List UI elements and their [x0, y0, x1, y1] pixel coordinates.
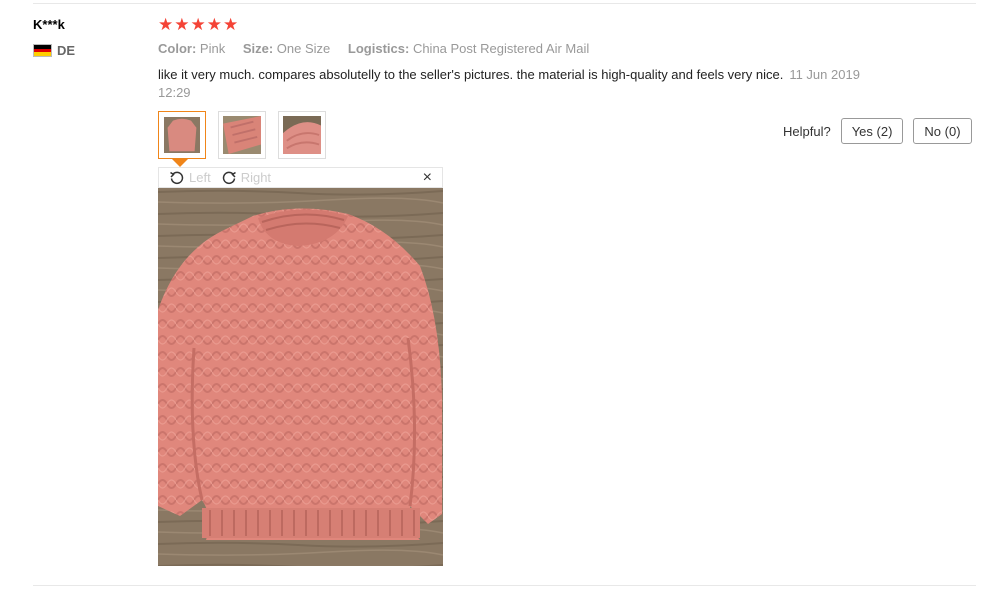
- attribute-key: Color:: [158, 41, 197, 56]
- star-icon: ★: [158, 15, 174, 34]
- star-icon: ★: [190, 15, 206, 34]
- reviewer-country: DE: [33, 43, 75, 58]
- attribute-size: Size: One Size: [243, 41, 330, 56]
- attribute-value: Pink: [199, 41, 226, 56]
- review-photo-large: [158, 188, 443, 566]
- image-viewer-toolbar: Left Right ×: [158, 167, 443, 188]
- rotate-right-label: Right: [240, 170, 272, 185]
- thumbnail-2[interactable]: [218, 111, 266, 159]
- thumbnail-1[interactable]: [158, 111, 206, 159]
- bottom-divider: [33, 585, 976, 586]
- rotate-right-icon: [222, 171, 236, 184]
- star-icon: ★: [174, 15, 190, 34]
- attribute-color: Color: Pink: [158, 41, 225, 56]
- close-viewer-button[interactable]: ×: [423, 169, 432, 187]
- sweater-photo-image: [158, 188, 443, 566]
- attribute-key: Size:: [242, 41, 274, 56]
- active-thumbnail-pointer: [172, 159, 188, 167]
- vote-yes-button[interactable]: Yes (2): [840, 118, 904, 144]
- vote-no-button[interactable]: No (0): [913, 118, 972, 144]
- rotate-right-button[interactable]: Right: [221, 170, 271, 186]
- sweater-thumbnail-image: [283, 116, 321, 154]
- reviewer-name: K***k: [33, 17, 65, 32]
- sweater-thumbnail-image: [164, 117, 200, 153]
- helpful-label: Helpful?: [783, 123, 831, 139]
- rotate-left-button[interactable]: Left: [169, 170, 211, 186]
- star-icon: ★: [223, 15, 239, 34]
- review-text: like it very much. compares absolutelly …: [158, 67, 784, 82]
- thumbnail-3[interactable]: [278, 111, 326, 159]
- rotate-left-icon: [170, 171, 184, 184]
- star-icon: ★: [206, 15, 222, 34]
- top-divider: [33, 3, 976, 4]
- attribute-value: One Size: [276, 41, 331, 56]
- sweater-thumbnail-image: [223, 116, 261, 154]
- germany-flag-icon: [33, 44, 52, 57]
- attribute-logistics: Logistics: China Post Registered Air Mai…: [348, 41, 589, 56]
- rotate-left-label: Left: [189, 170, 211, 185]
- order-attributes: Color: Pink Size: One Size Logistics: Ch…: [158, 41, 603, 56]
- star-rating: ★ ★ ★ ★ ★: [158, 15, 238, 35]
- helpful-vote: Helpful? Yes (2) No (0): [783, 118, 972, 144]
- attribute-value: China Post Registered Air Mail: [412, 41, 590, 56]
- country-code: DE: [57, 43, 76, 58]
- review-body: like it very much. compares absolutelly …: [158, 66, 878, 102]
- attribute-key: Logistics:: [347, 41, 410, 56]
- review-thumbnails: [158, 111, 326, 159]
